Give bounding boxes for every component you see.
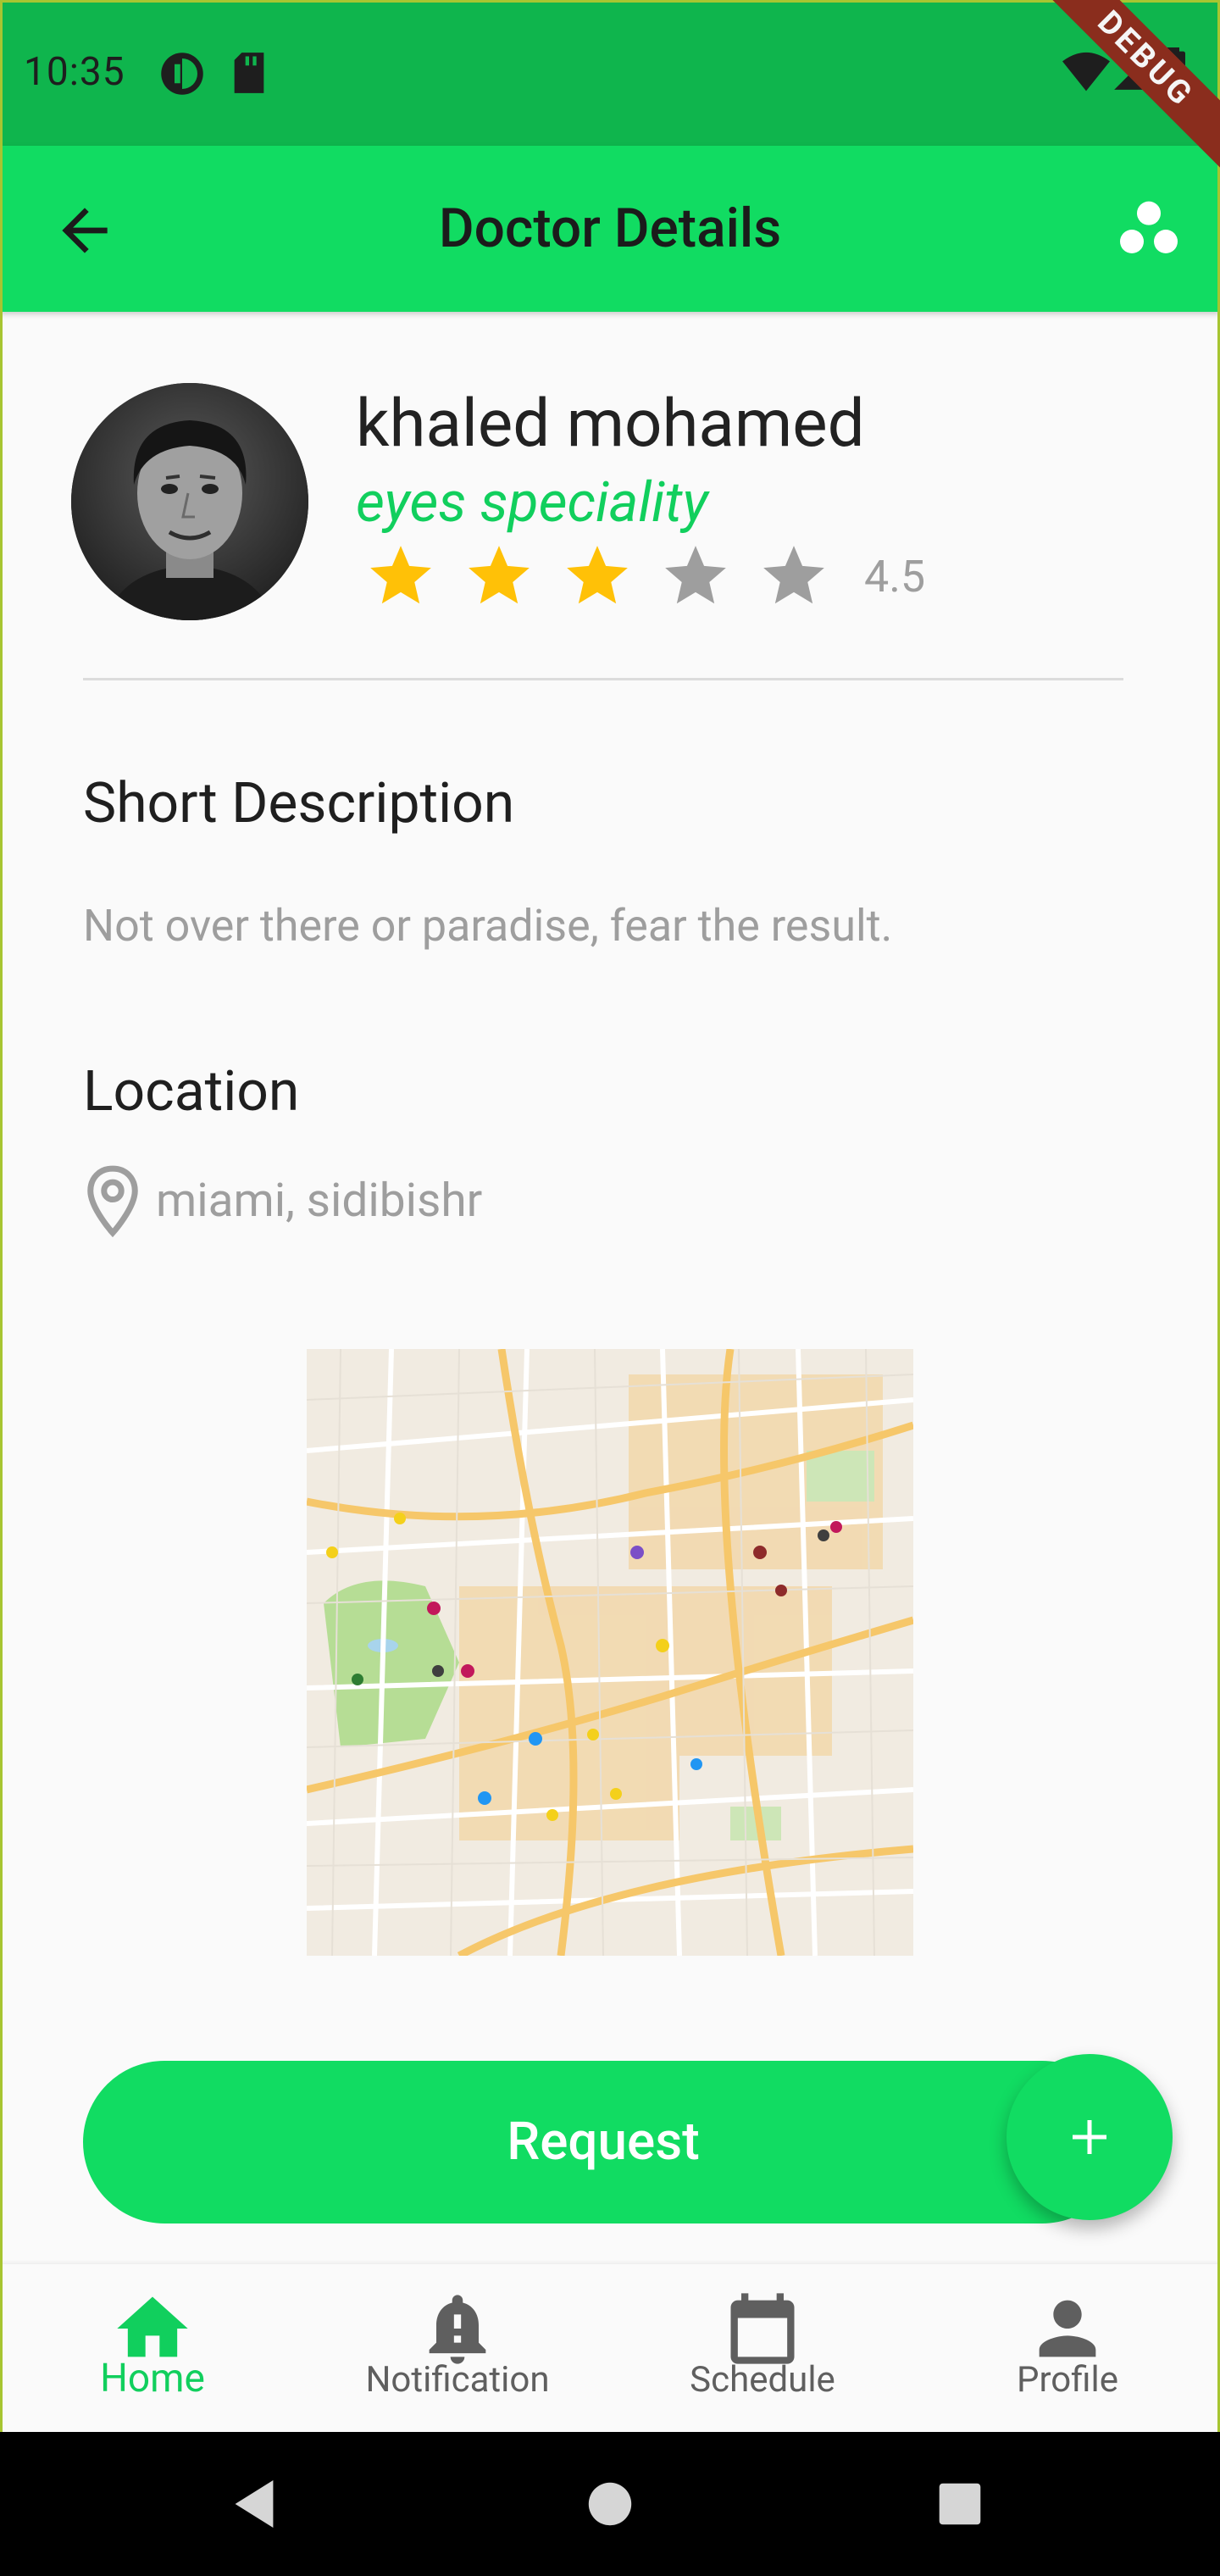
status-bar: 10:35 DEBUG bbox=[0, 0, 1220, 185]
sd-card-icon bbox=[234, 53, 264, 93]
location-pin-icon bbox=[87, 1165, 138, 1238]
divider bbox=[83, 678, 1123, 680]
add-fab-button[interactable] bbox=[1006, 2054, 1173, 2220]
back-triangle-icon[interactable] bbox=[230, 2478, 278, 2530]
location-row: miami, sidibishr bbox=[83, 1163, 482, 1239]
status-time: 10:35 bbox=[24, 49, 125, 95]
plus-icon bbox=[1073, 2120, 1106, 2154]
calendar-icon bbox=[730, 2293, 795, 2364]
description-title: Short Description bbox=[83, 771, 515, 836]
doctor-speciality: eyes speciality bbox=[356, 470, 708, 536]
page-title: Doctor Details bbox=[438, 197, 782, 260]
nav-label-notification: Notification bbox=[365, 2359, 550, 2401]
location-address: miami, sidibishr bbox=[156, 1174, 483, 1228]
nav-item-home[interactable]: Home bbox=[0, 2264, 305, 2432]
wifi-icon bbox=[1062, 52, 1110, 92]
star-empty-icon bbox=[665, 546, 726, 604]
star-empty-icon bbox=[763, 546, 824, 604]
nav-label-profile: Profile bbox=[1016, 2359, 1119, 2401]
bell-icon bbox=[429, 2295, 486, 2364]
system-navigation-bar bbox=[0, 2432, 1220, 2576]
back-arrow-icon[interactable] bbox=[51, 197, 119, 264]
location-title: Location bbox=[83, 1059, 300, 1124]
home-circle-icon[interactable] bbox=[586, 2480, 634, 2528]
nav-item-profile[interactable]: Profile bbox=[915, 2264, 1220, 2432]
star-filled-icon bbox=[567, 546, 628, 604]
nav-label-schedule: Schedule bbox=[690, 2359, 835, 2401]
description-text: Not over there or paradise, fear the res… bbox=[83, 900, 893, 952]
doctor-name: khaled mohamed bbox=[356, 386, 865, 463]
app-indicator-icon bbox=[161, 53, 203, 95]
location-map[interactable] bbox=[307, 1349, 913, 1956]
star-filled-icon bbox=[469, 546, 530, 604]
doctor-avatar bbox=[71, 383, 308, 620]
group-work-icon[interactable] bbox=[1115, 195, 1183, 263]
request-button[interactable]: Request bbox=[83, 2061, 1123, 2223]
nav-label-home: Home bbox=[100, 2356, 205, 2401]
person-icon bbox=[1039, 2300, 1096, 2357]
bottom-navigation: Home Notification Schedule Profile bbox=[0, 2264, 1220, 2432]
recents-square-icon[interactable] bbox=[937, 2481, 983, 2527]
app-bar: Doctor Details bbox=[0, 146, 1220, 312]
nav-item-notification[interactable]: Notification bbox=[305, 2264, 610, 2432]
star-filled-icon bbox=[370, 546, 431, 604]
rating-row: 4.5 bbox=[364, 542, 925, 610]
rating-value: 4.5 bbox=[864, 550, 926, 602]
nav-item-schedule[interactable]: Schedule bbox=[610, 2264, 915, 2432]
